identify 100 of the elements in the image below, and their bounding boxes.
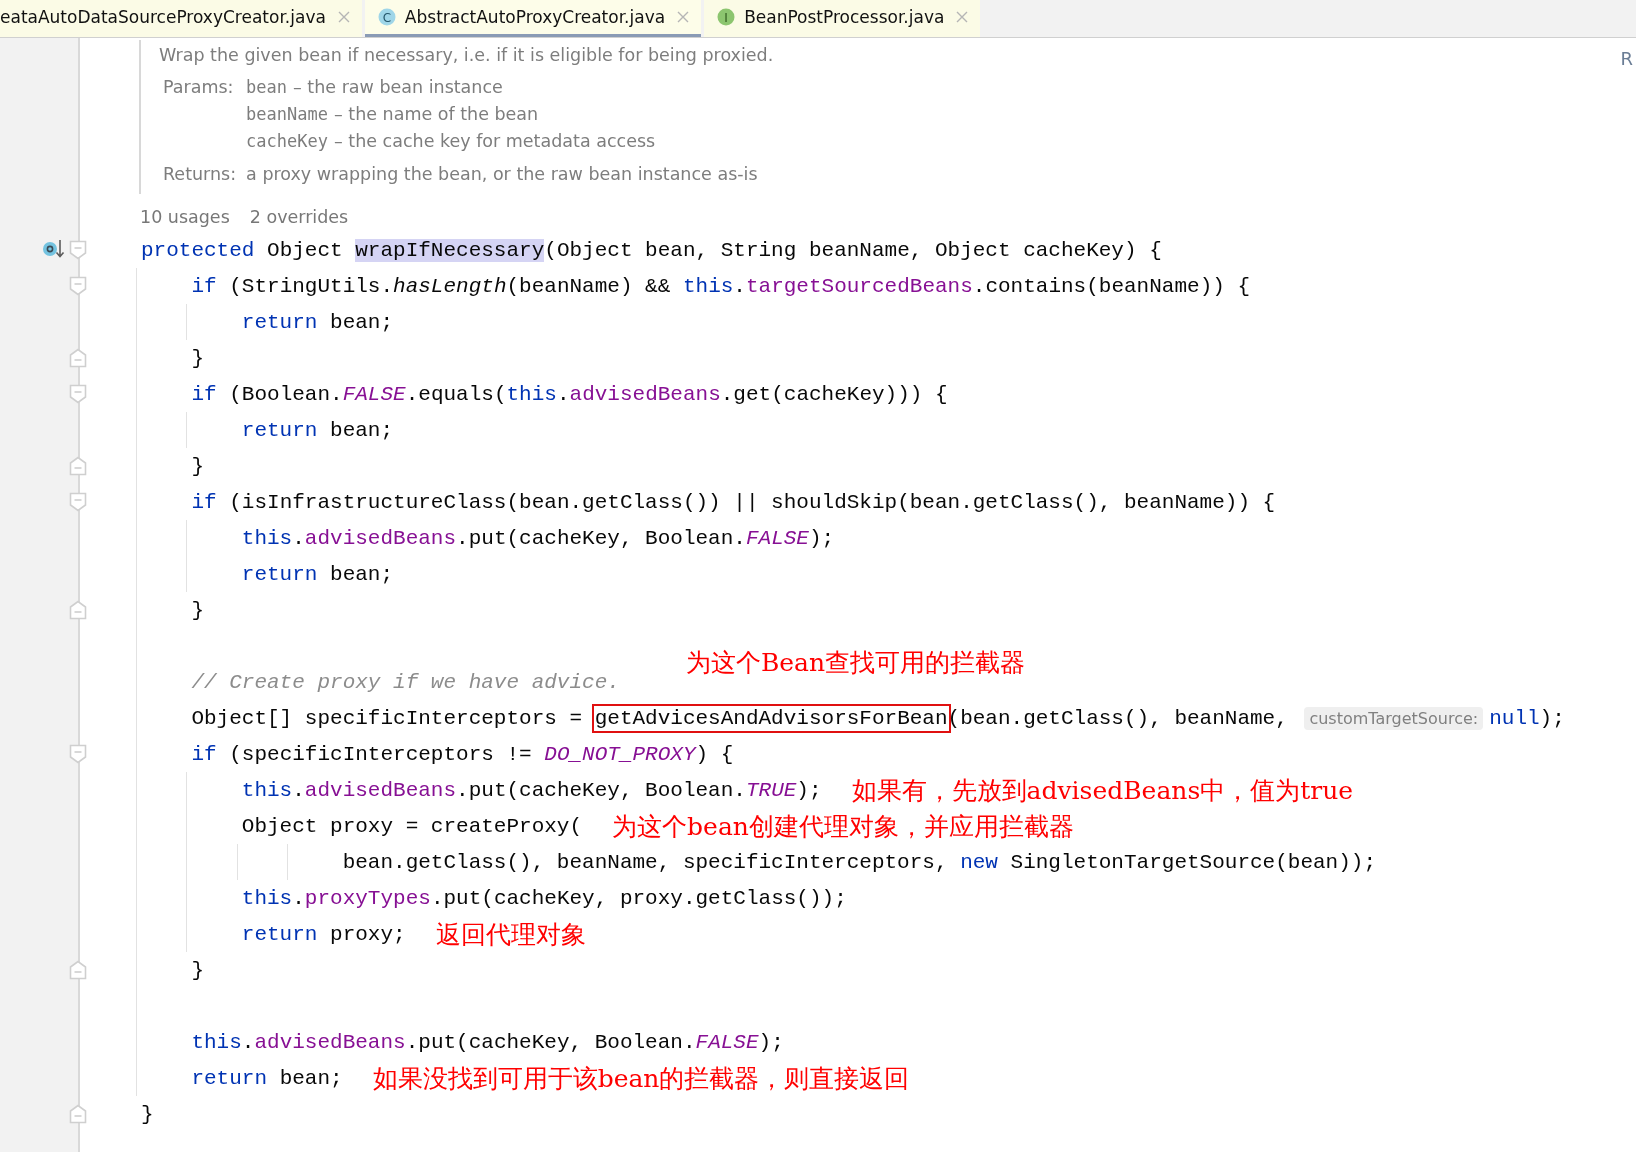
code-text: (specificInterceptors !=	[228, 742, 533, 766]
field-name: targetSourcedBeans	[745, 274, 973, 298]
code-text: );	[796, 778, 822, 802]
doc-label: Returns:	[162, 163, 237, 186]
code-text: .	[241, 1030, 255, 1054]
param-description: – the name of the bean	[334, 104, 539, 124]
code-text: .get(cacheKey))) {	[720, 382, 948, 406]
code-text: bean;	[329, 418, 394, 442]
code-text: .equals(	[405, 382, 507, 406]
code-text: }	[141, 1102, 154, 1126]
fold-marker-icon[interactable]	[69, 492, 87, 512]
code-text: bean;	[278, 1066, 343, 1090]
constant-name: FALSE	[745, 526, 809, 550]
method-name: hasLength	[393, 274, 507, 298]
annotation-note: 为这个bean创建代理对象，并应用拦截器	[612, 810, 1074, 843]
keyword-text: null	[1489, 706, 1540, 730]
fold-marker-icon[interactable]	[69, 348, 87, 368]
usage-hint[interactable]: 2 overrides	[249, 202, 349, 232]
code-text: SingletonTargetSource(bean));	[1009, 850, 1376, 874]
code-text: (isInfrastructureClass(bean.getClass()) || shouldSkip(bean.getClass(), beanName)) {	[228, 490, 1276, 514]
code-text: );	[758, 1030, 784, 1054]
right-edge-text: R	[1620, 48, 1633, 69]
keyword-text: this	[682, 274, 734, 298]
field-name: advisedBeans	[304, 778, 457, 802]
fold-marker-icon[interactable]	[69, 384, 87, 404]
fold-marker-icon[interactable]	[69, 240, 87, 260]
editor-tab[interactable]: I BeanPostProcessor.java	[704, 0, 981, 37]
code-text: }	[190, 346, 204, 370]
constant-name: FALSE	[695, 1030, 759, 1054]
method-name: wrapIfNecessary	[355, 238, 545, 262]
code-text: (beanName) &&	[506, 274, 672, 298]
param-name: cacheKey	[246, 131, 328, 151]
code-text: );	[808, 526, 835, 550]
code-text: .	[556, 382, 570, 406]
keyword-text: if	[190, 274, 217, 298]
param-description: – the cache key for metadata access	[334, 131, 656, 151]
keyword-text: this	[240, 526, 293, 550]
class-icon: C	[376, 7, 397, 27]
code-text: (bean.getClass(), beanName,	[947, 706, 1289, 730]
param-name: beanName	[246, 104, 328, 124]
parameter-hint: customTargetSource:	[1304, 706, 1484, 730]
code-text: }	[190, 598, 204, 622]
keyword-text: if	[190, 490, 217, 514]
code-text: (Boolean.	[228, 382, 343, 406]
keyword-text: this	[506, 382, 557, 406]
keyword-text: return	[240, 922, 318, 946]
doc-returns: a proxy wrapping the bean, or the raw bean instance as-is	[246, 163, 759, 186]
fold-marker-icon[interactable]	[69, 744, 87, 764]
code-text: .put(cacheKey, Boolean.	[405, 1030, 696, 1054]
code-text: .	[292, 886, 305, 910]
keyword-text: this	[240, 886, 293, 910]
constant-name: TRUE	[745, 778, 797, 802]
field-name: proxyTypes	[304, 886, 431, 910]
annotation-note: 为这个Bean查找可用的拦截器	[685, 646, 1026, 679]
code-text: .	[733, 274, 746, 298]
code-text: (Object bean, String beanName, Object cacheKey) {	[544, 238, 1162, 262]
code-text: .	[292, 526, 305, 550]
fold-marker-icon[interactable]	[69, 1104, 87, 1124]
usage-hint[interactable]: 10 usages	[140, 202, 230, 232]
code-text: );	[1539, 706, 1565, 730]
keyword-text: return	[240, 562, 318, 586]
code-text: .put(cacheKey, proxy.getClass());	[430, 886, 847, 910]
fold-marker-icon[interactable]	[69, 456, 87, 476]
boxed-method-call: getAdvicesAndAdvisorsForBean	[594, 706, 948, 730]
close-icon[interactable]	[337, 11, 350, 23]
code-text: .contains(beanName)) {	[972, 274, 1251, 298]
keyword-text: protected	[141, 238, 255, 262]
fold-marker-icon[interactable]	[69, 600, 87, 620]
code-text: }	[190, 958, 204, 982]
annotation-note: 返回代理对象	[435, 918, 586, 951]
code-comment: // Create proxy if we have advice.	[190, 670, 620, 694]
keyword-text: this	[240, 778, 293, 802]
interface-icon: I	[716, 7, 737, 27]
keyword-text: new	[960, 850, 998, 874]
param-description: – the raw bean instance	[293, 77, 503, 97]
field-name: advisedBeans	[254, 1030, 406, 1054]
fold-marker-icon[interactable]	[69, 960, 87, 980]
keyword-text: return	[190, 1066, 268, 1090]
code-text: bean;	[329, 562, 394, 586]
code-text: bean;	[329, 310, 394, 334]
keyword-text: if	[190, 382, 217, 406]
annotation-note: 如果没找到可用于该bean的拦截器，则直接返回	[372, 1062, 910, 1095]
editor-tab[interactable]: eataAutoDataSourceProxyCreator.java	[0, 0, 362, 37]
close-icon[interactable]	[677, 11, 690, 23]
keyword-text: return	[240, 418, 318, 442]
code-text: (StringUtils.	[228, 274, 394, 298]
doc-label: Params:	[162, 76, 235, 99]
code-text: Object[] specificInterceptors =	[190, 706, 584, 730]
code-text: .put(cacheKey, Boolean.	[456, 778, 746, 802]
fold-marker-icon[interactable]	[69, 276, 87, 296]
code-text: .put(cacheKey, Boolean.	[456, 526, 746, 550]
close-icon[interactable]	[956, 11, 969, 23]
keyword-text: return	[240, 310, 318, 334]
code-text: proxy;	[329, 922, 406, 946]
param-name: bean	[246, 77, 288, 97]
code-text: Object	[266, 238, 344, 262]
editor-tab[interactable]: C AbstractAutoProxyCreator.java	[364, 0, 702, 37]
code-text: Object proxy = createProxy(	[240, 814, 583, 838]
annotation-note: 如果有，先放到advisedBeans中，值为true	[851, 774, 1354, 807]
keyword-text: this	[190, 1030, 242, 1054]
